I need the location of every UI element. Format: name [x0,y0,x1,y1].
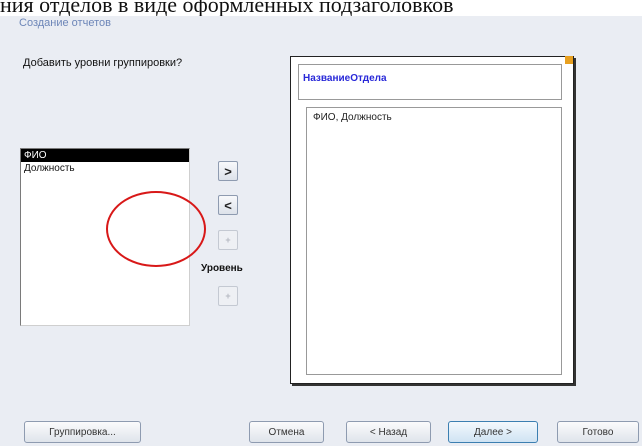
next-button[interactable]: Далее > [448,421,538,443]
add-group-button[interactable]: > [218,161,238,181]
cancel-button[interactable]: Отмена [249,421,324,443]
priority-label: Уровень [201,263,243,274]
chevron-left-icon: < [224,197,232,213]
preview-corner-marker [565,56,573,64]
grouping-preview: НазваниеОтдела ФИО, Должность [290,56,574,384]
priority-down-button[interactable]: + [218,286,238,306]
group-level-box: НазваниеОтдела [298,64,562,100]
back-button[interactable]: < Назад [346,421,431,443]
grouping-question: Добавить уровни группировки? [23,57,183,69]
priority-up-button[interactable]: + [218,230,238,250]
priority-down-icon: + [225,291,231,301]
dialog-title: Создание отчетов [19,17,111,29]
detail-fields-label: ФИО, Должность [313,112,392,123]
priority-up-icon: + [225,235,231,245]
group-header-label: НазваниеОтдела [303,73,387,84]
remove-group-button[interactable]: < [218,195,238,215]
detail-fields-box: ФИО, Должность [306,107,562,375]
dialog-titlebar: Создание отчетов [12,16,636,36]
list-item-position[interactable]: Должность [21,162,189,175]
chevron-right-icon: > [224,163,232,179]
red-annotation-circle [106,191,206,267]
finish-button[interactable]: Готово [557,421,639,443]
list-item-fio[interactable]: ФИО [21,149,189,162]
grouping-options-button[interactable]: Группировка... [24,421,141,443]
